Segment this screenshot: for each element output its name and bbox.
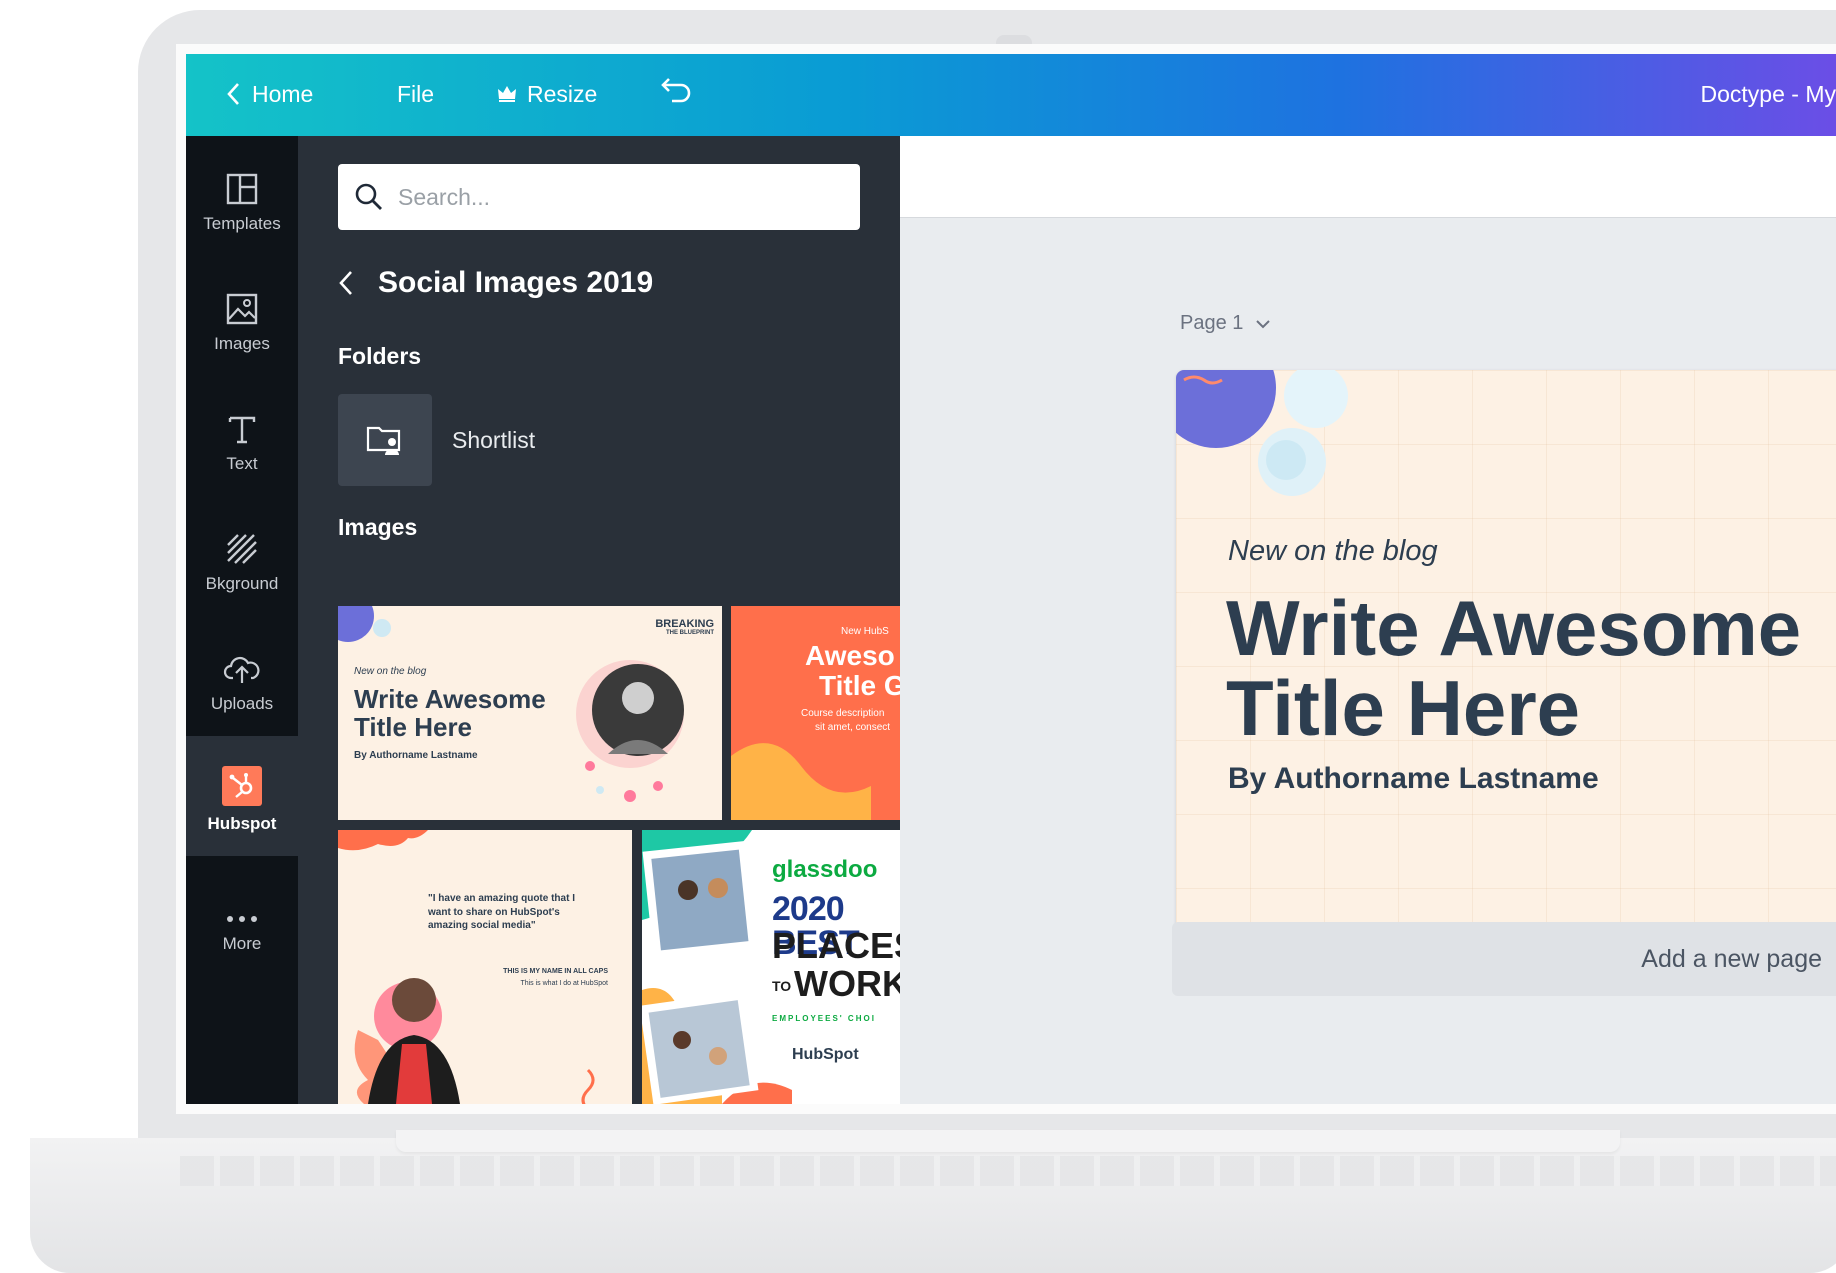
folder-breadcrumb: Social Images 2019: [338, 266, 653, 300]
folder-name: Shortlist: [452, 426, 536, 453]
folder-title: Social Images 2019: [378, 266, 654, 299]
thumbnail-line2: PLACES: [772, 925, 900, 966]
editor-toolbar: [900, 136, 1836, 218]
image-thumbnail[interactable]: BREAKING THE BLUEPRINT New on the blog W…: [338, 606, 722, 820]
rail-item-background[interactable]: Bkground: [186, 496, 298, 616]
upload-cloud-icon: [223, 656, 260, 683]
image-thumbnail[interactable]: New HubS Aweso Title G Course descriptio…: [731, 606, 900, 820]
design-kicker[interactable]: New on the blog: [1228, 535, 1438, 568]
folder-item-shortlist[interactable]: Shortlist: [338, 394, 535, 486]
search-input[interactable]: [398, 183, 818, 211]
undo-icon: [661, 78, 691, 103]
back-chevron-icon[interactable]: [338, 269, 354, 297]
rail-item-text[interactable]: Text: [186, 376, 298, 496]
design-page[interactable]: New on the blog Write Awesome Title Here…: [1176, 370, 1836, 970]
file-menu-button[interactable]: File: [397, 78, 434, 110]
add-page-button[interactable]: Add a new page: [1172, 922, 1836, 996]
thumbnail-name: THIS IS MY NAME IN ALL CAPS: [503, 968, 608, 975]
add-page-label: Add a new page: [1641, 944, 1822, 973]
rail-label: Uploads: [210, 694, 274, 713]
laptop-camera: [996, 35, 1032, 51]
thumbnail-footer: HubSpot: [792, 1046, 859, 1063]
rail-item-hubspot[interactable]: Hubspot: [186, 736, 298, 856]
rail-item-images[interactable]: Images: [186, 256, 298, 376]
thumbnail-kicker: New HubS: [841, 626, 889, 637]
thumbnail-body1: Course description: [801, 708, 885, 719]
hubspot-icon: [222, 766, 262, 806]
thumbnail-art: [338, 830, 595, 1104]
thumbnail-quote: "I have an amazing quote that I want to …: [428, 893, 575, 931]
document-title[interactable]: Doctype - My: [1701, 78, 1836, 110]
crown-icon: [498, 86, 516, 102]
thumbnail-kicker: New on the blog: [354, 666, 427, 677]
rail-label: Images: [214, 334, 270, 353]
thumbnail-brand: glassdoo: [772, 856, 878, 883]
more-icon: [227, 916, 257, 922]
thumbnail-title-line1: Aweso: [805, 640, 895, 671]
laptop-keyboard: [180, 1156, 1836, 1186]
thumbnail-title-line2: Title G: [819, 670, 900, 701]
rail-label: Text: [226, 454, 258, 473]
rail-label: Bkground: [205, 574, 279, 593]
home-label: Home: [252, 81, 314, 107]
search-icon: [355, 183, 382, 210]
thumbnail-choice: EMPLOYEES' CHOI: [772, 1014, 876, 1023]
rail-label: Hubspot: [207, 814, 277, 833]
templates-icon: [226, 173, 258, 205]
thumbnail-author: By Authorname Lastname: [354, 750, 478, 761]
rail-label: More: [222, 934, 262, 953]
image-thumbnail[interactable]: glassdoo 2020 BEST PLACES TO WORK EMPLOY…: [642, 830, 900, 1104]
editor-canvas: Page 1 New on the blog Write Awesome Tit…: [900, 136, 1836, 1104]
images-heading: Images: [338, 514, 418, 540]
decorative-blob: [1176, 370, 1348, 496]
page-selector[interactable]: Page 1: [1180, 312, 1271, 335]
thumbnail-role: This is what I do at HubSpot: [520, 980, 608, 987]
search-box[interactable]: [338, 164, 860, 230]
app-window: Home File Resize Doctype - My Templates …: [186, 54, 1836, 1104]
laptop-hinge: [396, 1130, 1620, 1152]
chevron-left-icon: [227, 83, 239, 105]
resize-button[interactable]: Resize: [497, 78, 597, 110]
undo-button[interactable]: [660, 74, 694, 106]
folders-heading: Folders: [338, 343, 422, 369]
chevron-down-icon: [1256, 319, 1271, 328]
home-button[interactable]: Home: [226, 78, 313, 110]
folder-tile: [338, 394, 432, 486]
design-title[interactable]: Write Awesome Title Here: [1226, 588, 1801, 748]
image-icon: [226, 293, 258, 325]
resize-label: Resize: [527, 81, 598, 107]
thumbnail-title-line1: Write Awesome: [354, 684, 546, 714]
rail-item-templates[interactable]: Templates: [186, 136, 298, 256]
design-title-line2: Title Here: [1226, 664, 1581, 752]
rail-item-uploads[interactable]: Uploads: [186, 616, 298, 736]
thumbnail-badge: BREAKING: [655, 618, 714, 630]
design-title-line1: Write Awesome: [1226, 584, 1802, 672]
thumbnail-to: TO: [772, 978, 792, 994]
top-bar: Home File Resize Doctype - My: [186, 54, 1836, 136]
rail-item-more[interactable]: More: [186, 856, 298, 976]
thumbnail-title-line2: Title Here: [354, 712, 473, 742]
page-label: Page 1: [1180, 312, 1244, 334]
shared-folder-icon: [366, 426, 401, 455]
thumbnail-body2: sit amet, consect: [815, 722, 891, 733]
left-rail: Templates Images Text Bkground Uploads H…: [186, 136, 298, 1104]
thumbnail-badge-sub: THE BLUEPRINT: [666, 630, 714, 637]
image-thumbnail[interactable]: "I have an amazing quote that I want to …: [338, 830, 632, 1104]
background-icon: [227, 534, 257, 564]
thumbnail-line3: WORK: [794, 963, 900, 1004]
design-author[interactable]: By Authorname Lastname: [1228, 762, 1599, 796]
rail-label: Templates: [203, 214, 281, 233]
file-label: File: [397, 81, 435, 107]
side-panel: Social Images 2019 Folders Shortlist Ima…: [298, 136, 900, 1104]
text-icon: [228, 416, 256, 444]
